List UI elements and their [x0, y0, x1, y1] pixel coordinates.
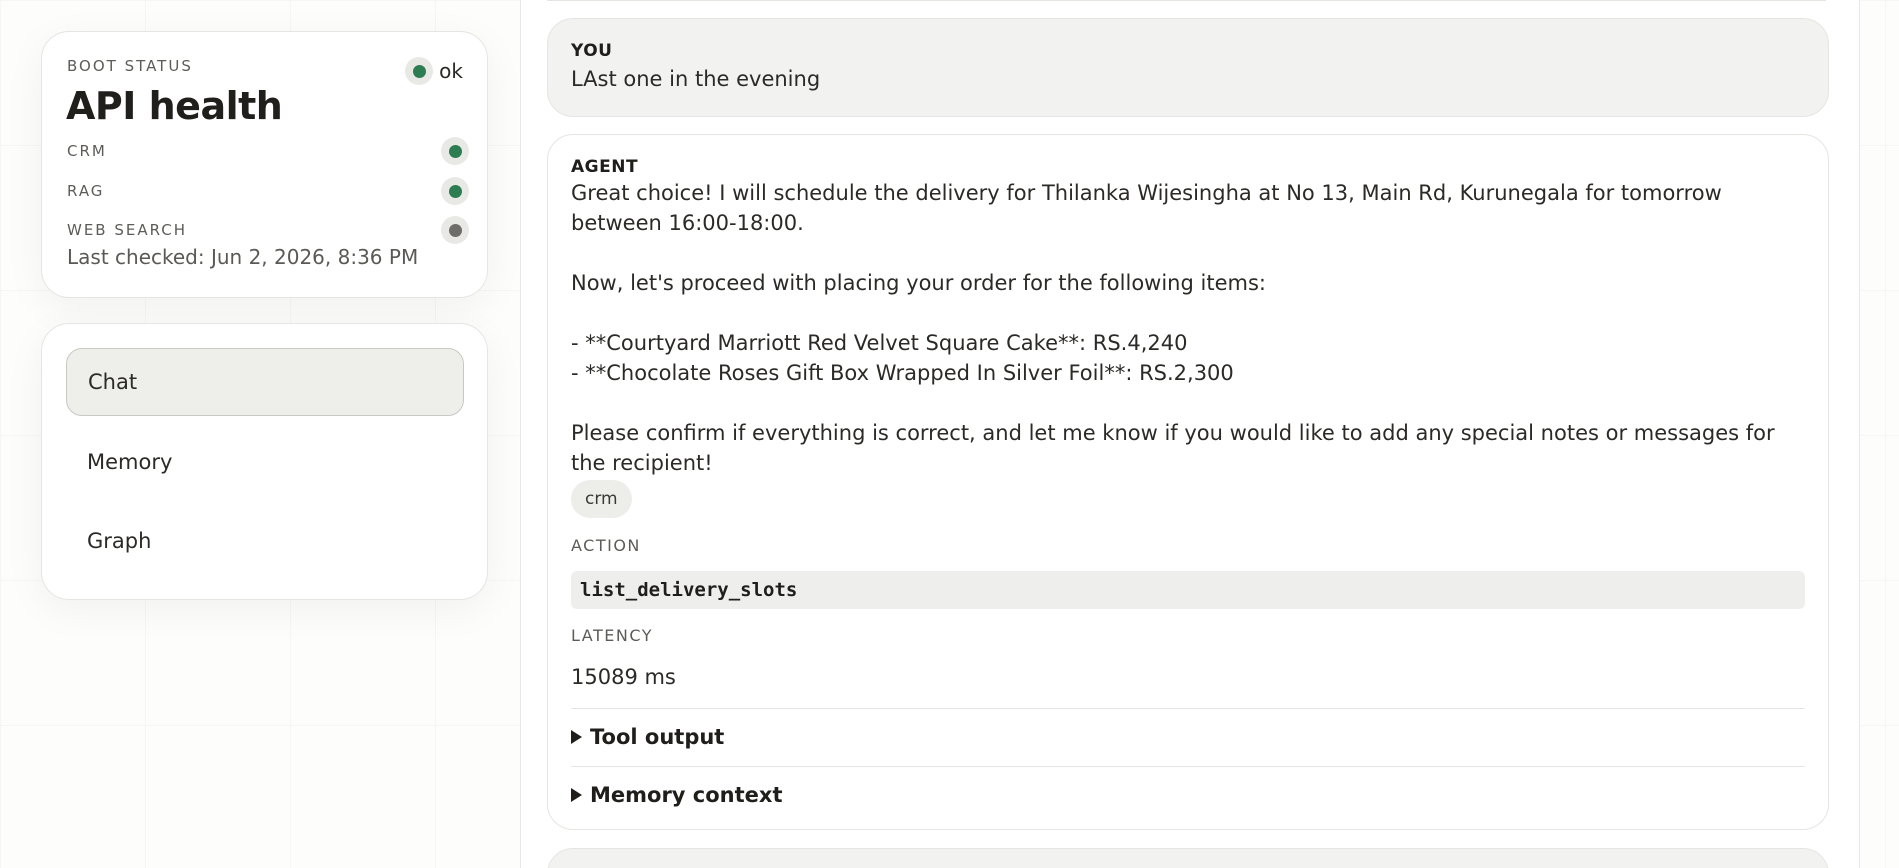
divider: [547, 0, 1826, 1]
message-paragraph: Please confirm if everything is correct,…: [571, 421, 1775, 475]
tool-output-toggle[interactable]: Tool output: [571, 725, 724, 749]
message-role: YOU: [571, 41, 613, 61]
message-paragraph: Great choice! I will schedule the delive…: [571, 181, 1722, 235]
tool-output-label: Tool output: [590, 725, 725, 749]
message-text: LAst one in the evening: [571, 67, 821, 91]
status-dot-icon: [412, 64, 426, 78]
service-status-indicator: [441, 177, 469, 205]
message-list-item: - **Courtyard Marriott Red Velvet Square…: [571, 331, 1188, 355]
service-label: RAG: [67, 182, 105, 200]
action-label: ACTION: [571, 536, 641, 555]
service-status-indicator: [441, 216, 469, 244]
api-health-title: API health: [66, 84, 283, 128]
message-role: AGENT: [571, 157, 639, 177]
divider: [571, 766, 1805, 767]
message-paragraph: Now, let's proceed with placing your ord…: [571, 271, 1266, 295]
agent-message: AGENT Great choice! I will schedule the …: [547, 134, 1829, 830]
message-list-item: - **Chocolate Roses Gift Box Wrapped In …: [571, 361, 1234, 385]
chat-thread[interactable]: YOU LAst one in the evening AGENT Great …: [520, 0, 1860, 868]
next-message: [547, 848, 1829, 868]
boot-status-label: BOOT STATUS: [67, 57, 193, 75]
nav-item-chat[interactable]: Chat: [66, 348, 464, 416]
source-tag: crm: [571, 480, 632, 518]
service-row-crm: CRM: [67, 137, 469, 165]
status-dot-icon: [448, 144, 462, 158]
app-root: BOOT STATUS ok API health CRM RAG WEB SE…: [0, 0, 1899, 868]
memory-context-toggle[interactable]: Memory context: [571, 783, 783, 807]
api-health-card: BOOT STATUS ok API health CRM RAG WEB SE…: [41, 31, 488, 298]
message-text: Great choice! I will schedule the delive…: [571, 178, 1808, 478]
service-row-web-search: WEB SEARCH: [67, 216, 469, 244]
latency-label: LATENCY: [571, 626, 653, 645]
service-row-rag: RAG: [67, 177, 469, 205]
status-dot-icon: [448, 223, 462, 237]
nav-card: Chat Memory Graph: [41, 323, 488, 600]
service-status-indicator: [441, 137, 469, 165]
disclosure-triangle-icon: [571, 730, 582, 744]
service-label: WEB SEARCH: [67, 221, 188, 239]
memory-context-label: Memory context: [590, 783, 783, 807]
overall-status-text: ok: [439, 59, 463, 83]
user-message: YOU LAst one in the evening: [547, 18, 1829, 117]
service-label: CRM: [67, 142, 107, 160]
status-indicator: [405, 57, 434, 85]
status-dot-icon: [448, 184, 462, 198]
action-value: list_delivery_slots: [571, 571, 1805, 609]
divider: [571, 708, 1805, 709]
nav-item-memory[interactable]: Memory: [66, 428, 464, 496]
disclosure-triangle-icon: [571, 788, 582, 802]
last-checked-text: Last checked: Jun 2, 2026, 8:36 PM: [67, 245, 419, 269]
latency-value: 15089 ms: [571, 665, 676, 689]
overall-status: ok: [405, 57, 463, 85]
nav-item-graph[interactable]: Graph: [66, 507, 464, 575]
